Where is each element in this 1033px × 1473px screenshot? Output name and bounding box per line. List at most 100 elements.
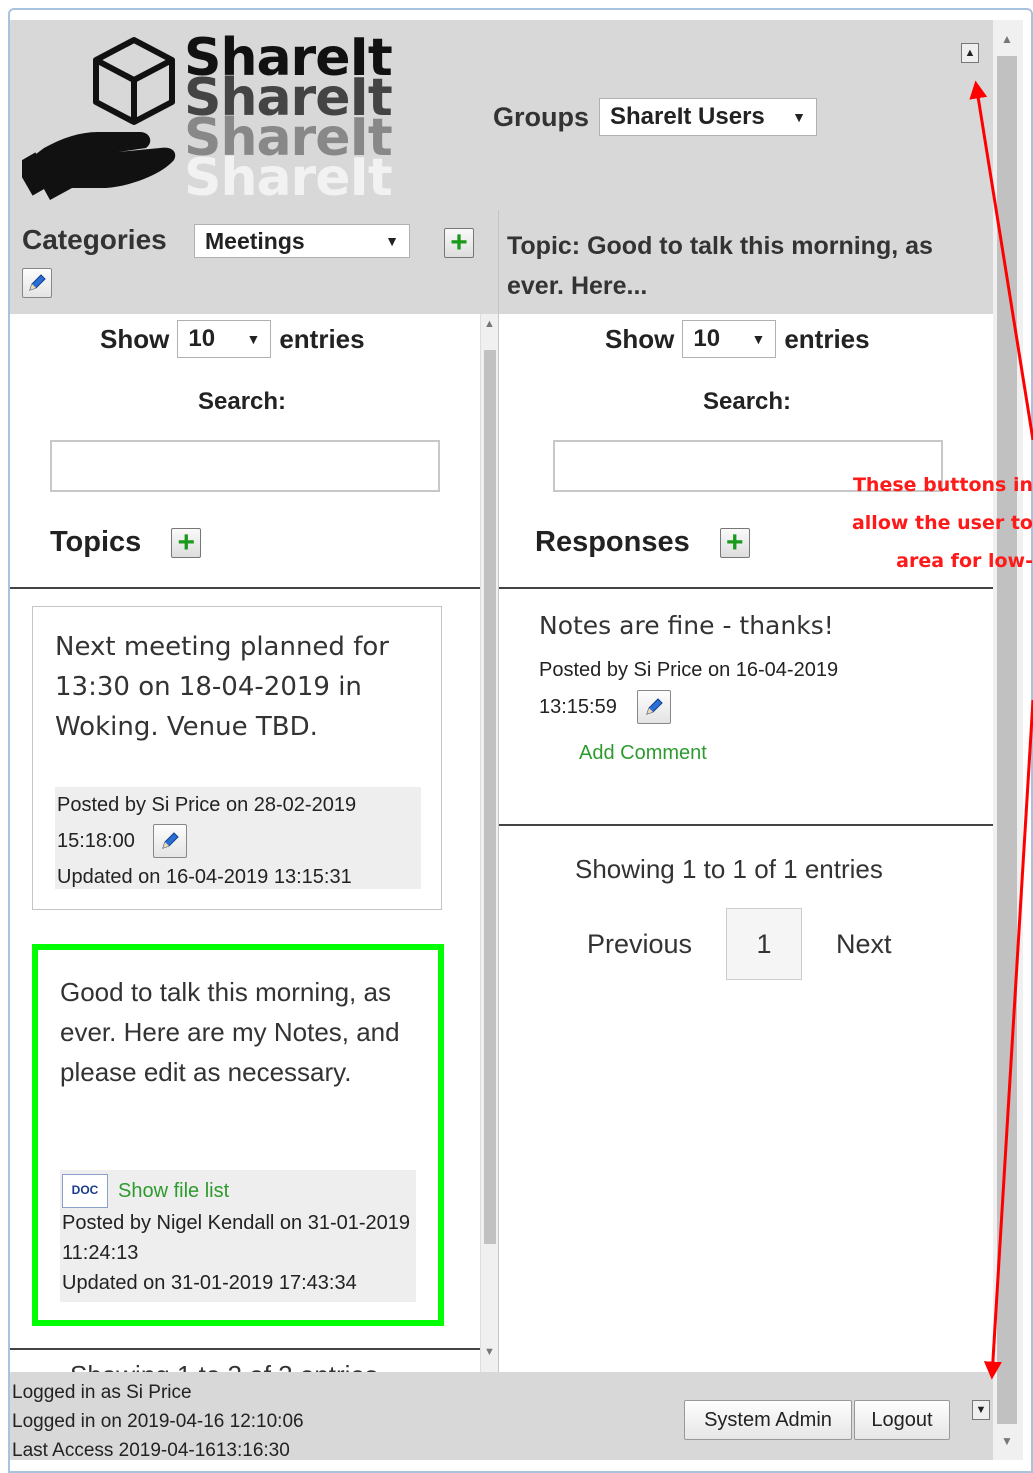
responses-length-control: Show 10 ▼ entries — [605, 320, 870, 358]
responses-title: Responses — [535, 526, 690, 558]
response-text: Notes are fine - thanks! — [539, 611, 834, 640]
collapse-header-button[interactable]: ▲ — [961, 43, 979, 63]
updated-on: Updated on 31-01-2019 17:43:34 — [62, 1272, 357, 1294]
logout-button[interactable]: Logout — [854, 1400, 950, 1440]
responses-info: Showing 1 to 1 of 1 entries — [575, 854, 883, 884]
topics-info: Showing 1 to 2 of 2 entries — [70, 1360, 378, 1372]
edit-response-button[interactable] — [636, 690, 671, 724]
posted-time: 13:15:59 — [539, 695, 617, 718]
collapse-footer-button[interactable]: ▼ — [972, 1400, 990, 1420]
topic-card-selected[interactable]: Good to talk this morning, as ever. Here… — [32, 944, 444, 1326]
topics-scrollbar[interactable]: ▲ ▼ — [480, 314, 498, 1372]
app-footer: Logged in as Si Price Logged in on 2019-… — [10, 1372, 993, 1461]
page-scrollbar[interactable]: ▲ ▼ — [993, 20, 1023, 1460]
dropdown-arrow-icon: ▼ — [385, 233, 399, 249]
posted-by: Posted by Nigel Kendall on 31-01-2019 11… — [62, 1212, 411, 1264]
annotation-line-1: These buttons in — [852, 474, 1033, 496]
collapse-down-icon: ▼ — [975, 1404, 987, 1416]
topics-length-control: Show 10 ▼ entries — [100, 320, 365, 358]
groups-dropdown-value: ShareIt Users — [610, 103, 765, 130]
scroll-down-arrow-icon[interactable]: ▼ — [1001, 1434, 1013, 1448]
logo-word-4: ShareIt — [184, 148, 393, 208]
edit-category-button[interactable] — [22, 268, 52, 298]
groups-label: Groups — [493, 101, 590, 132]
system-admin-button[interactable]: System Admin — [684, 1400, 852, 1440]
responses-header: Responses + — [535, 526, 750, 559]
last-access: Last Access 2019-04-1613:16:30 — [12, 1440, 290, 1461]
plus-icon: + — [725, 525, 744, 559]
posted-by: Posted by Si Price on 28-02-2019 — [57, 794, 357, 816]
topics-entries-dropdown[interactable]: 10 ▼ — [177, 320, 272, 358]
previous-page-button[interactable]: Previous — [587, 929, 692, 960]
topic-meta: Posted by Si Price on 28-02-2019 15:18:0… — [55, 787, 421, 889]
logged-in-as: Logged in as Si Price — [12, 1382, 192, 1403]
topics-title: Topics — [50, 526, 142, 558]
dropdown-arrow-icon: ▼ — [792, 109, 807, 125]
groups-selector: Groups ShareIt Users ▼ — [493, 98, 818, 136]
page-1-button[interactable]: 1 — [726, 908, 803, 980]
topic-text: Good to talk this morning, as ever. Here… — [60, 977, 400, 1087]
logged-in-on: Logged in on 2019-04-16 12:10:06 — [12, 1411, 304, 1432]
annotation-text: These buttons in allow the user to area … — [760, 466, 1033, 580]
posted-time-row: 13:15:59 — [539, 690, 671, 724]
annotation-line-3: area for low- — [896, 550, 1033, 572]
annotation-line-2: allow the user to — [851, 512, 1033, 534]
topic-meta: DOC Show file list Posted by Nigel Kenda… — [60, 1170, 416, 1302]
topic-title: Topic: Good to talk this morning, as eve… — [507, 232, 933, 300]
scroll-thumb[interactable] — [484, 350, 496, 1244]
updated-on: Updated on 16-04-2019 13:15:31 — [57, 866, 352, 888]
show-file-list-link[interactable]: Show file list — [118, 1176, 229, 1206]
categories-dropdown[interactable]: Meetings ▼ — [194, 224, 410, 258]
show-label: Show — [100, 323, 170, 354]
show-label: Show — [605, 323, 675, 354]
responses-entries-dropdown[interactable]: 10 ▼ — [682, 320, 777, 358]
categories-dropdown-value: Meetings — [205, 227, 305, 254]
add-category-button[interactable]: + — [444, 228, 474, 258]
topics-search-label: Search: — [198, 388, 287, 415]
categories-label: Categories — [22, 224, 167, 255]
topic-text: Next meeting planned for 13:30 on 18-04-… — [55, 632, 389, 742]
shareit-logo: ShareIt ShareIt ShareIt ShareIt — [22, 28, 402, 204]
session-info: Logged in as Si Price Logged in on 2019-… — [12, 1378, 304, 1465]
divider — [10, 587, 480, 589]
responses-pagination: Previous 1 Next — [587, 908, 892, 980]
shareit-app: ShareIt ShareIt ShareIt ShareIt Groups S… — [10, 20, 994, 1461]
groups-dropdown[interactable]: ShareIt Users ▼ — [599, 98, 818, 136]
hand-box-logo-icon — [22, 37, 176, 200]
response-card[interactable]: Notes are fine - thanks! Posted by Si Pr… — [539, 606, 959, 786]
plus-icon: + — [177, 525, 196, 559]
posted-time-row: 15:18:00 — [57, 823, 421, 859]
pencil-icon — [29, 274, 46, 291]
add-comment-link[interactable]: Add Comment — [579, 742, 707, 765]
entries-value: 10 — [188, 325, 216, 352]
entries-label: entries — [784, 323, 870, 354]
topic-card[interactable]: Next meeting planned for 13:30 on 18-04-… — [32, 606, 442, 910]
scroll-up-arrow-icon[interactable]: ▲ — [1001, 32, 1013, 46]
topics-panel: Show 10 ▼ entries Search: Topics + Next … — [10, 314, 480, 1372]
responses-search-label: Search: — [703, 388, 792, 415]
edit-topic-button[interactable] — [152, 824, 187, 858]
divider — [499, 587, 994, 589]
scroll-thumb[interactable] — [997, 56, 1017, 1424]
file-row: DOC Show file list — [62, 1174, 416, 1208]
topics-header: Topics + — [50, 525, 202, 559]
add-response-button[interactable]: + — [719, 525, 750, 559]
divider — [10, 1348, 480, 1350]
plus-icon: + — [450, 226, 468, 259]
divider — [499, 824, 994, 826]
next-page-button[interactable]: Next — [836, 929, 892, 960]
scroll-down-arrow-icon[interactable]: ▼ — [484, 1346, 495, 1358]
categories-bar: Categories Meetings ▼ + — [10, 210, 498, 314]
topic-bar: Topic: Good to talk this morning, as eve… — [498, 210, 993, 314]
pencil-icon — [646, 698, 663, 715]
topics-search-input[interactable] — [50, 440, 440, 492]
dropdown-arrow-icon: ▼ — [246, 331, 261, 347]
dropdown-arrow-icon: ▼ — [751, 331, 766, 347]
posted-time: 15:18:00 — [57, 830, 135, 852]
entries-label: entries — [279, 323, 365, 354]
collapse-up-icon: ▲ — [964, 47, 976, 59]
pencil-icon — [162, 832, 179, 849]
scroll-up-arrow-icon[interactable]: ▲ — [484, 318, 495, 330]
doc-file-icon: DOC — [62, 1174, 108, 1208]
add-topic-button[interactable]: + — [171, 525, 202, 559]
